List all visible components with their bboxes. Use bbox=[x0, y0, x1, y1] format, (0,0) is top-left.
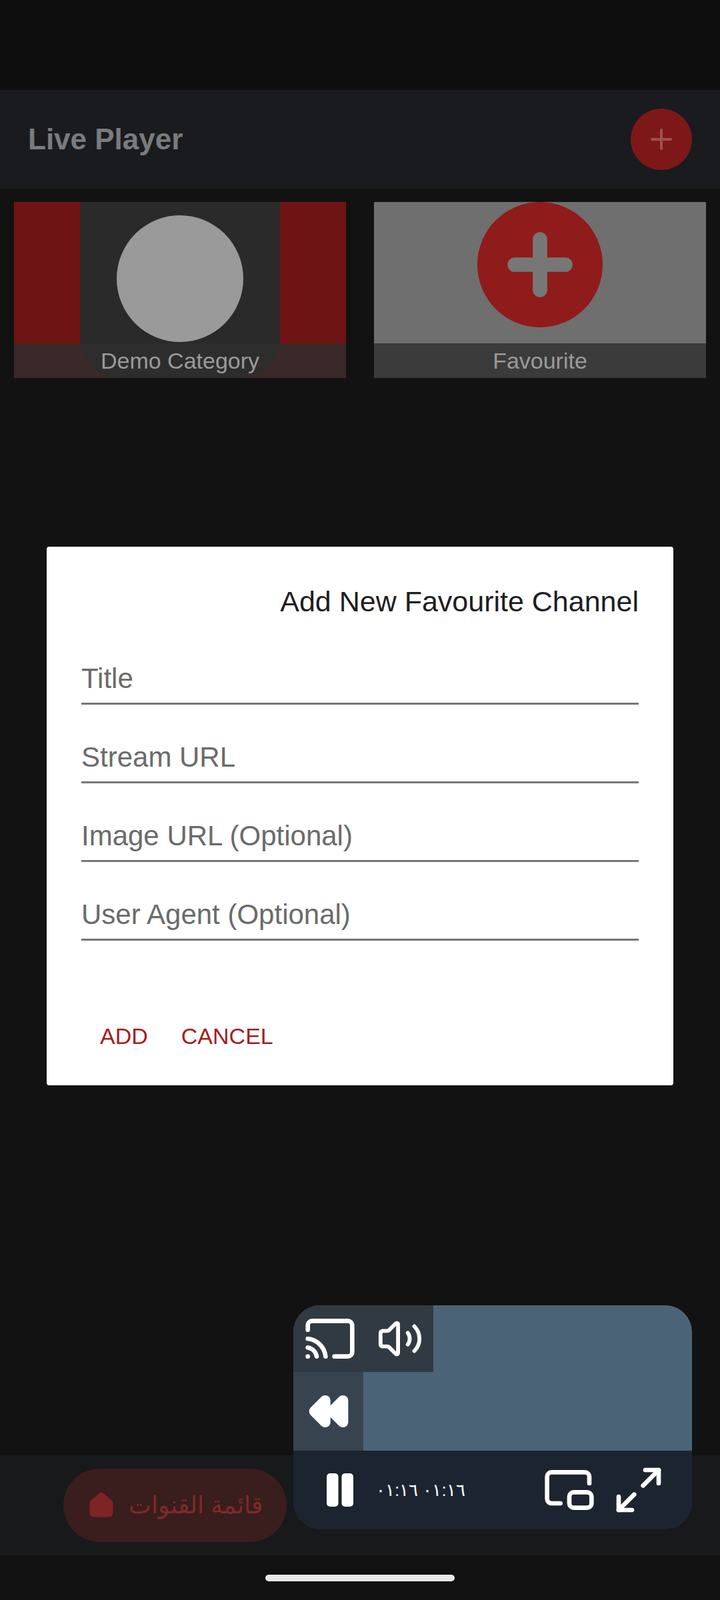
pip-icon[interactable] bbox=[542, 1463, 596, 1517]
time-label: ٠١:١٦ ٠١:١٦ bbox=[376, 1477, 466, 1504]
text-field[interactable]: Image URL (Optional) bbox=[81, 807, 639, 862]
rewind-icon bbox=[307, 1390, 350, 1433]
add-icon bbox=[477, 202, 603, 328]
rewind-button[interactable] bbox=[293, 1372, 364, 1451]
text-field[interactable]: User Agent (Optional) bbox=[81, 886, 639, 941]
add-button[interactable] bbox=[630, 108, 692, 170]
volume-icon[interactable] bbox=[376, 1315, 424, 1362]
text-field[interactable]: Title bbox=[81, 650, 639, 705]
category-card[interactable]: Demo Category bbox=[14, 202, 346, 378]
dialog-title: Add New Favourite Channel bbox=[81, 580, 639, 624]
top-controls bbox=[293, 1305, 434, 1372]
pause-icon[interactable] bbox=[320, 1470, 360, 1510]
dialog-button[interactable]: CANCEL bbox=[181, 1014, 274, 1059]
category-card[interactable]: Favourite bbox=[374, 202, 706, 378]
nav-channels-button[interactable]: قائمة القنوات bbox=[63, 1468, 287, 1542]
bottom-controls: ٠١:١٦ ٠١:١٦ bbox=[293, 1450, 692, 1530]
mini-player[interactable]: ٠١:١٦ ٠١:١٦ bbox=[293, 1305, 692, 1530]
dialog: Add New Favourite Channel Title Stream URL… bbox=[46, 546, 674, 1086]
home-indicator bbox=[265, 1574, 455, 1582]
fullscreen-icon[interactable] bbox=[612, 1463, 666, 1517]
text-field[interactable]: Stream URL bbox=[81, 728, 639, 784]
category-label: Demo Category bbox=[14, 343, 346, 378]
ball-icon bbox=[116, 215, 244, 342]
category-label: Favourite bbox=[374, 343, 706, 378]
category-grid: Demo Category Favourite bbox=[0, 188, 720, 378]
dialog-button[interactable]: ADD bbox=[100, 1014, 148, 1059]
screen: Live Player Demo Category Favourite قائمة ا… bbox=[0, 0, 720, 1600]
app-bar: Live Player bbox=[0, 90, 720, 189]
plus-icon bbox=[645, 123, 678, 156]
cast-icon[interactable] bbox=[303, 1312, 357, 1366]
home-icon bbox=[87, 1491, 116, 1520]
app-title: Live Player bbox=[28, 117, 183, 162]
status-bar bbox=[0, 0, 720, 90]
